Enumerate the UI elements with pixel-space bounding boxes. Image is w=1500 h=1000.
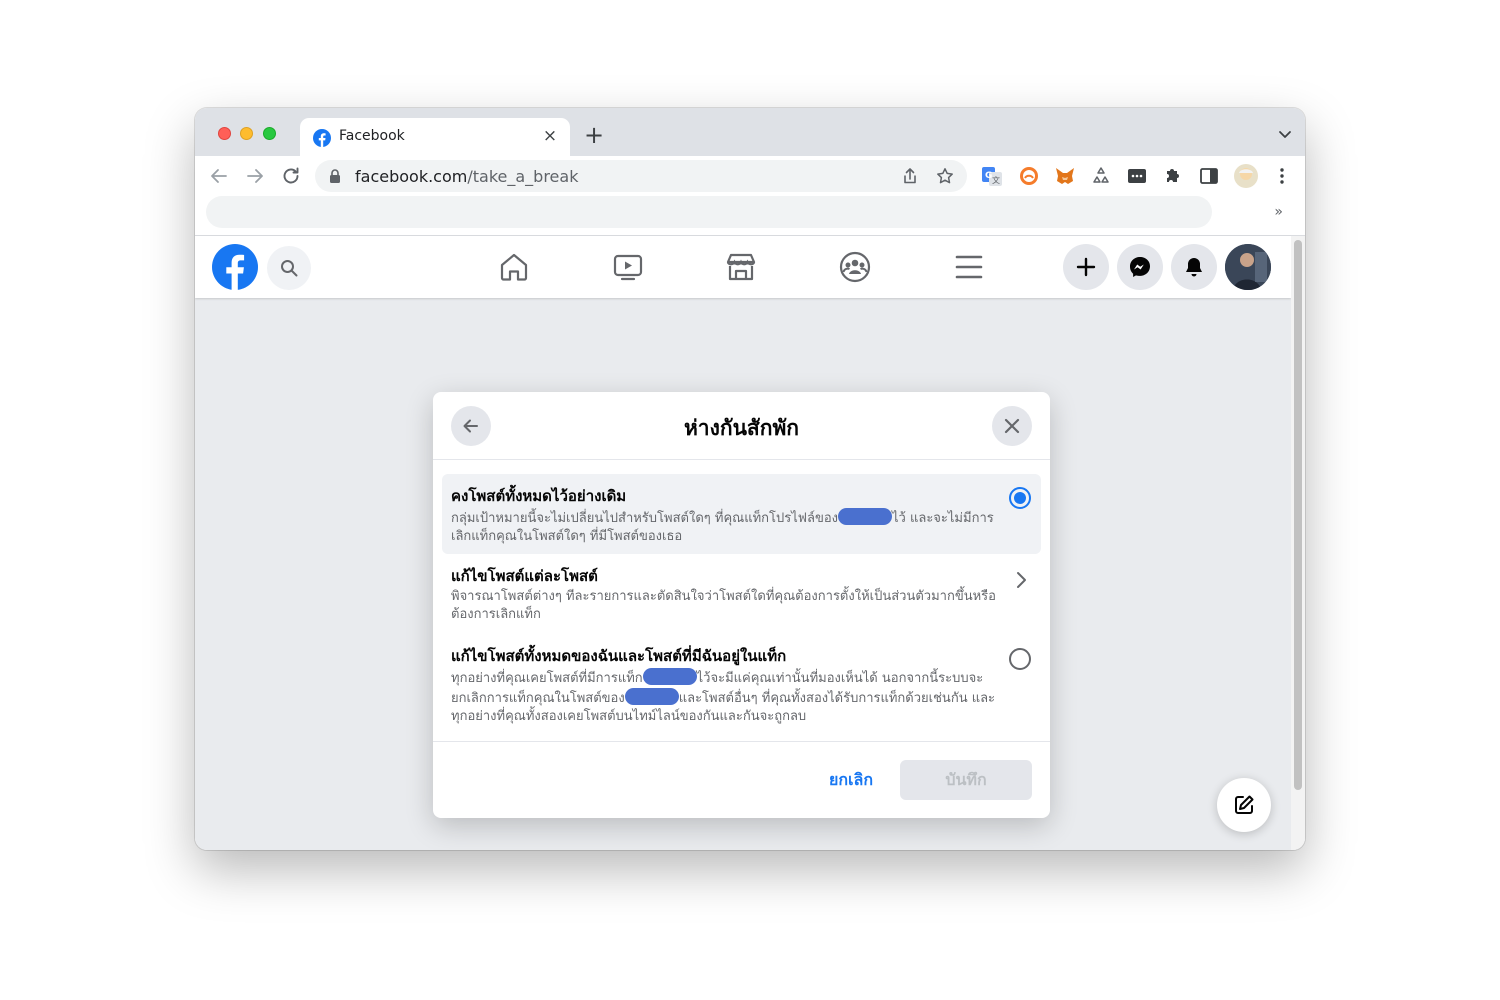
redacted-name bbox=[642, 668, 697, 685]
tracker-icon[interactable] bbox=[1018, 165, 1040, 187]
address-bar[interactable]: facebook.com/take_a_break bbox=[315, 160, 967, 192]
radio-unselected[interactable] bbox=[1009, 648, 1031, 670]
close-window-button[interactable] bbox=[218, 127, 231, 140]
google-translate-icon[interactable]: G 文 bbox=[981, 165, 1003, 187]
facebook-top-nav bbox=[195, 236, 1291, 298]
create-button[interactable] bbox=[1063, 244, 1109, 290]
bookmarks-bar: » bbox=[195, 196, 1305, 236]
tab-close-icon[interactable]: × bbox=[540, 126, 560, 146]
password-icon[interactable] bbox=[1126, 165, 1148, 187]
forward-arrow-icon[interactable] bbox=[243, 164, 267, 188]
marketplace-icon[interactable] bbox=[724, 250, 758, 284]
menu-icon[interactable] bbox=[952, 250, 986, 284]
back-arrow-icon[interactable] bbox=[207, 164, 231, 188]
url-text[interactable]: facebook.com/take_a_break bbox=[355, 167, 578, 186]
option-description: กลุ่มเป้าหมายนี้จะไม่เปลี่ยนไปสำหรับโพสต… bbox=[451, 508, 996, 546]
cancel-button[interactable]: ยกเลิก bbox=[811, 762, 891, 798]
radio-selected[interactable] bbox=[1009, 487, 1031, 509]
reload-icon[interactable] bbox=[279, 164, 303, 188]
sidebar-icon[interactable] bbox=[1198, 165, 1220, 187]
home-icon[interactable] bbox=[497, 250, 531, 284]
option-description: พิจารณาโพสต์ต่างๆ ทีละรายการและตัดสินใจว… bbox=[451, 589, 996, 622]
profile-icon[interactable] bbox=[1233, 163, 1259, 189]
option-title: แก้ไขโพสต์ทั้งหมดของฉันและโพสต์ที่มีฉันอ… bbox=[451, 647, 787, 665]
option-title: คงโพสต์ทั้งหมดไว้อย่างเดิม bbox=[451, 487, 627, 505]
url-domain: facebook.com bbox=[355, 167, 468, 186]
take-a-break-dialog: ห่างกันสักพัก คงโพสต์ทั้งหมดไว้อย่างเดิม… bbox=[433, 392, 1050, 818]
recycle-icon[interactable] bbox=[1090, 165, 1112, 187]
metamask-icon[interactable] bbox=[1054, 165, 1076, 187]
option-description-text: กลุ่มเป้าหมายนี้จะไม่เปลี่ยนไปสำหรับโพสต… bbox=[451, 511, 838, 526]
page-scrollbar[interactable] bbox=[1291, 236, 1305, 850]
tab-facebook[interactable]: Facebook × bbox=[300, 118, 570, 156]
dialog-close-button[interactable] bbox=[992, 406, 1032, 446]
messenger-icon bbox=[1130, 257, 1150, 277]
new-message-button[interactable] bbox=[1217, 778, 1271, 832]
option-title: แก้ไขโพสต์แต่ละโพสต์ bbox=[451, 567, 598, 585]
svg-text:文: 文 bbox=[992, 175, 1000, 185]
notifications-button[interactable] bbox=[1171, 244, 1217, 290]
tab-title: Facebook bbox=[339, 128, 405, 144]
option-edit-all-posts[interactable]: แก้ไขโพสต์ทั้งหมดของฉันและโพสต์ที่มีฉันอ… bbox=[442, 636, 1041, 732]
lock-icon bbox=[330, 169, 340, 183]
search-button[interactable] bbox=[267, 246, 311, 290]
dialog-header: ห่างกันสักพัก bbox=[433, 392, 1050, 460]
watch-icon[interactable] bbox=[611, 250, 645, 284]
new-tab-button[interactable]: + bbox=[582, 123, 606, 148]
avatar[interactable] bbox=[1225, 244, 1271, 290]
dialog-divider bbox=[433, 741, 1050, 742]
browser-window: Facebook × + facebook.com/take_a_break G… bbox=[195, 108, 1305, 850]
minimize-window-button[interactable] bbox=[240, 127, 253, 140]
share-icon[interactable] bbox=[901, 167, 919, 185]
facebook-icon bbox=[313, 129, 331, 147]
tab-strip: Facebook × + bbox=[195, 108, 1305, 156]
avatar-image bbox=[1225, 244, 1271, 290]
kebab-menu-icon[interactable] bbox=[1271, 165, 1293, 187]
tab-search-chevron-icon[interactable] bbox=[1277, 126, 1293, 142]
facebook-logo-icon[interactable] bbox=[212, 244, 258, 290]
bookmark-star-icon[interactable] bbox=[936, 167, 954, 185]
notifications-icon bbox=[1186, 258, 1202, 277]
redacted-name bbox=[624, 688, 679, 705]
maximize-window-button[interactable] bbox=[263, 127, 276, 140]
redacted-name bbox=[838, 508, 892, 525]
search-icon bbox=[281, 260, 298, 277]
page-scrollbar-thumb[interactable] bbox=[1294, 240, 1302, 790]
compose-icon bbox=[1235, 795, 1254, 814]
save-button[interactable]: บันทึก bbox=[900, 760, 1032, 800]
url-path: /take_a_break bbox=[467, 167, 579, 186]
option-keep-all-posts[interactable]: คงโพสต์ทั้งหมดไว้อย่างเดิม กลุ่มเป้าหมาย… bbox=[442, 474, 1041, 554]
bookmarks-bar-area bbox=[206, 196, 1212, 228]
dialog-title: ห่างกันสักพัก bbox=[683, 416, 800, 440]
page-content: ห่างกันสักพัก คงโพสต์ทั้งหมดไว้อย่างเดิม… bbox=[195, 236, 1305, 850]
option-description: ทุกอย่างที่คุณเคยโพสต์ที่มีการแท็ก ไว้จะม… bbox=[451, 668, 996, 726]
groups-icon[interactable] bbox=[838, 250, 872, 284]
option-description-text: ทุกอย่างที่คุณเคยโพสต์ที่มีการแท็ก bbox=[451, 671, 643, 686]
browser-toolbar: facebook.com/take_a_break G 文 bbox=[195, 156, 1305, 196]
puzzle-icon[interactable] bbox=[1162, 165, 1184, 187]
close-icon bbox=[1004, 418, 1020, 434]
messenger-button[interactable] bbox=[1117, 244, 1163, 290]
bookmarks-overflow-icon[interactable]: » bbox=[1274, 204, 1283, 220]
chevron-right-icon bbox=[1017, 572, 1026, 588]
option-edit-each-post[interactable]: แก้ไขโพสต์แต่ละโพสต์ พิจารณาโพสต์ต่างๆ ท… bbox=[442, 556, 1041, 634]
plus-icon bbox=[1076, 257, 1096, 277]
